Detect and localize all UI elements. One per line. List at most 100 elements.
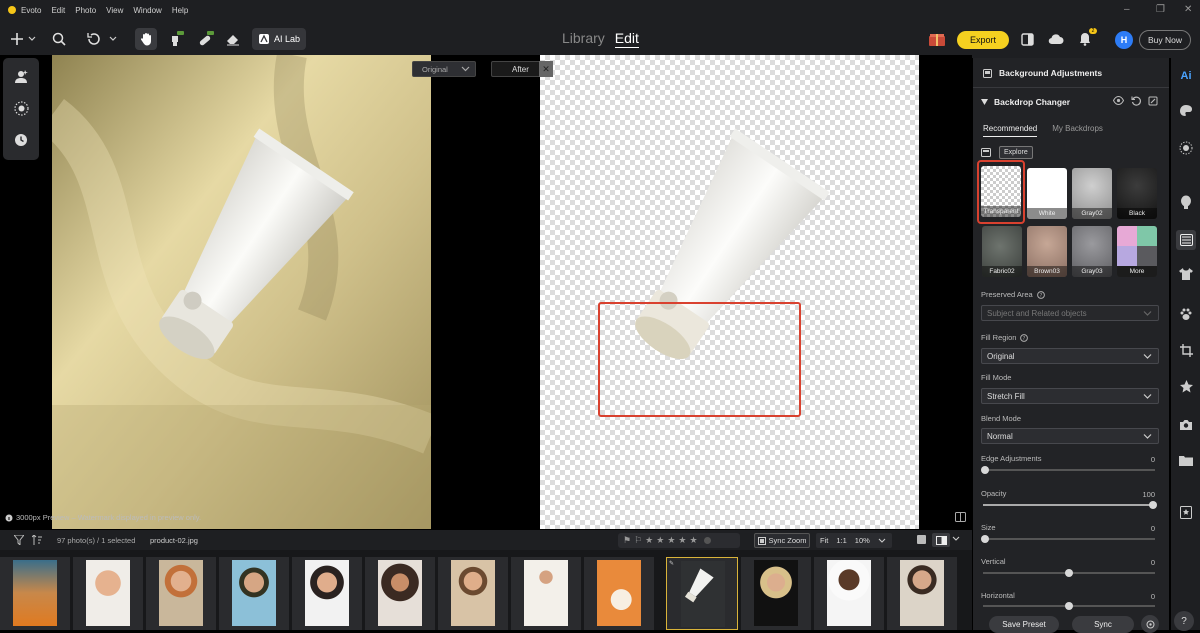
help-button[interactable]: ?: [1174, 611, 1194, 631]
export-button[interactable]: Export: [957, 31, 1009, 49]
fill-region-select[interactable]: Original: [981, 348, 1159, 364]
bandage-tool-icon[interactable]: [195, 28, 217, 50]
thumbnail[interactable]: [584, 557, 654, 630]
portrait-tool-icon[interactable]: [11, 66, 31, 86]
thumbnail[interactable]: [219, 557, 289, 630]
color-label-dot[interactable]: [703, 537, 711, 544]
preserved-area-select[interactable]: Subject and Related objects: [981, 305, 1159, 321]
tab-library[interactable]: Library: [562, 30, 605, 48]
tab-edit[interactable]: Edit: [614, 30, 639, 48]
star-rating-3[interactable]: ★: [667, 535, 675, 546]
pet-paw-icon[interactable]: [1176, 304, 1196, 324]
buy-now-button[interactable]: Buy Now: [1139, 30, 1191, 50]
menu-view[interactable]: View: [106, 6, 123, 15]
zoom-1to1-button[interactable]: 1:1: [836, 536, 846, 545]
star-rating-1[interactable]: ★: [645, 535, 653, 546]
image-canvas[interactable]: Original After ✕ 3000px Preview – Waterm…: [0, 55, 972, 530]
clothing-icon[interactable]: [1176, 264, 1196, 284]
folder-icon[interactable]: [1176, 450, 1196, 470]
blend-mode-select[interactable]: Normal: [981, 428, 1159, 444]
opacity-slider[interactable]: [983, 501, 1157, 509]
thumbnail-selected[interactable]: ✎: [666, 557, 738, 630]
slider-knob[interactable]: [981, 466, 989, 474]
edge-adjustments-slider[interactable]: [981, 466, 1155, 474]
horizontal-slider[interactable]: [983, 602, 1155, 610]
help-circle-icon[interactable]: ?: [1020, 333, 1029, 342]
color-palette-icon[interactable]: [1176, 100, 1196, 120]
backdrop-swatch-fabric02[interactable]: Fabric02: [982, 226, 1022, 277]
reject-flag-icon[interactable]: ⚐: [634, 535, 642, 546]
star-rating-4[interactable]: ★: [678, 535, 686, 546]
menu-edit[interactable]: Edit: [51, 6, 65, 15]
menu-window[interactable]: Window: [133, 6, 161, 15]
hand-tool-icon[interactable]: [135, 28, 157, 50]
ai-icon[interactable]: Ai: [1176, 66, 1196, 86]
backdrop-swatch-brown03[interactable]: Brown03: [1027, 226, 1067, 277]
add-photos-button[interactable]: [8, 28, 40, 50]
thumbnail[interactable]: [814, 557, 884, 630]
size-slider[interactable]: [981, 535, 1155, 543]
edit-pencil-icon[interactable]: [1148, 96, 1158, 106]
compare-view-icon[interactable]: [932, 533, 950, 547]
star-rating-5[interactable]: ★: [689, 535, 697, 546]
slider-knob[interactable]: [1065, 602, 1073, 610]
menu-help[interactable]: Help: [172, 6, 188, 15]
minimize-icon[interactable]: –: [1124, 4, 1130, 15]
save-preset-button[interactable]: Save Preset: [989, 616, 1059, 633]
menu-photo[interactable]: Photo: [75, 6, 96, 15]
slider-knob[interactable]: [981, 535, 989, 543]
gift-box-icon[interactable]: [926, 28, 948, 50]
eraser-tool-icon[interactable]: [222, 28, 244, 50]
fill-mode-select[interactable]: Stretch Fill: [981, 388, 1159, 404]
zoom-percent-select[interactable]: 10%: [855, 536, 870, 545]
app-menu-evoto[interactable]: Evoto: [21, 6, 41, 15]
cloud-sync-icon[interactable]: [1045, 28, 1067, 50]
reset-icon[interactable]: [1131, 96, 1141, 106]
explore-button[interactable]: Explore: [999, 146, 1033, 159]
user-avatar[interactable]: H: [1115, 31, 1133, 49]
search-icon[interactable]: [48, 28, 70, 50]
backdrop-changer-header[interactable]: Backdrop Changer: [981, 97, 1070, 107]
help-circle-icon[interactable]: ?: [1036, 290, 1045, 299]
sync-button[interactable]: Sync: [1072, 616, 1134, 633]
filter-icon[interactable]: [14, 535, 24, 545]
tab-my-backdrops[interactable]: My Backdrops: [1052, 124, 1103, 137]
eye-icon[interactable]: [1113, 96, 1124, 105]
close-compare-icon[interactable]: ✕: [539, 61, 553, 77]
bookmark-star-icon[interactable]: [1176, 502, 1196, 522]
background-adjust-icon[interactable]: [1176, 230, 1196, 250]
chevron-down-icon[interactable]: [878, 538, 886, 544]
thumbnail[interactable]: [73, 557, 143, 630]
texture-tool-icon[interactable]: [11, 98, 31, 118]
sticker-icon[interactable]: [1176, 376, 1196, 396]
flag-icon[interactable]: ⚑: [623, 535, 631, 546]
tab-recommended[interactable]: Recommended: [983, 124, 1038, 137]
thumbnail[interactable]: [0, 557, 70, 630]
face-icon[interactable]: [1176, 192, 1196, 212]
chevron-down-icon[interactable]: [952, 536, 960, 542]
backdrop-swatch-white[interactable]: White: [1027, 168, 1067, 219]
thumbnail[interactable]: [438, 557, 508, 630]
single-view-icon[interactable]: [917, 535, 926, 544]
texture-icon[interactable]: [1176, 138, 1196, 158]
sort-icon[interactable]: [32, 535, 42, 545]
compare-view-select[interactable]: Original: [412, 61, 476, 77]
slider-knob[interactable]: [1065, 569, 1073, 577]
thumbnail[interactable]: [146, 557, 216, 630]
backdrop-swatch-more[interactable]: More: [1117, 226, 1157, 277]
thumbnail[interactable]: [741, 557, 811, 630]
history-clock-icon[interactable]: [11, 130, 31, 150]
undo-history-button[interactable]: [84, 28, 120, 50]
maximize-icon[interactable]: ❐: [1156, 4, 1165, 15]
crop-icon[interactable]: [1176, 340, 1196, 360]
thumbnail[interactable]: [292, 557, 362, 630]
zoom-fit-button[interactable]: Fit: [820, 536, 828, 545]
camera-icon[interactable]: [1176, 414, 1196, 434]
store-icon[interactable]: [981, 148, 991, 157]
sync-settings-icon[interactable]: [1141, 615, 1159, 633]
backdrop-swatch-gray03[interactable]: Gray03: [1072, 226, 1112, 277]
sync-zoom-button[interactable]: Sync Zoom: [754, 533, 810, 548]
star-rating-2[interactable]: ★: [656, 535, 664, 546]
thumbnail[interactable]: [887, 557, 957, 630]
close-window-icon[interactable]: ✕: [1184, 4, 1192, 15]
